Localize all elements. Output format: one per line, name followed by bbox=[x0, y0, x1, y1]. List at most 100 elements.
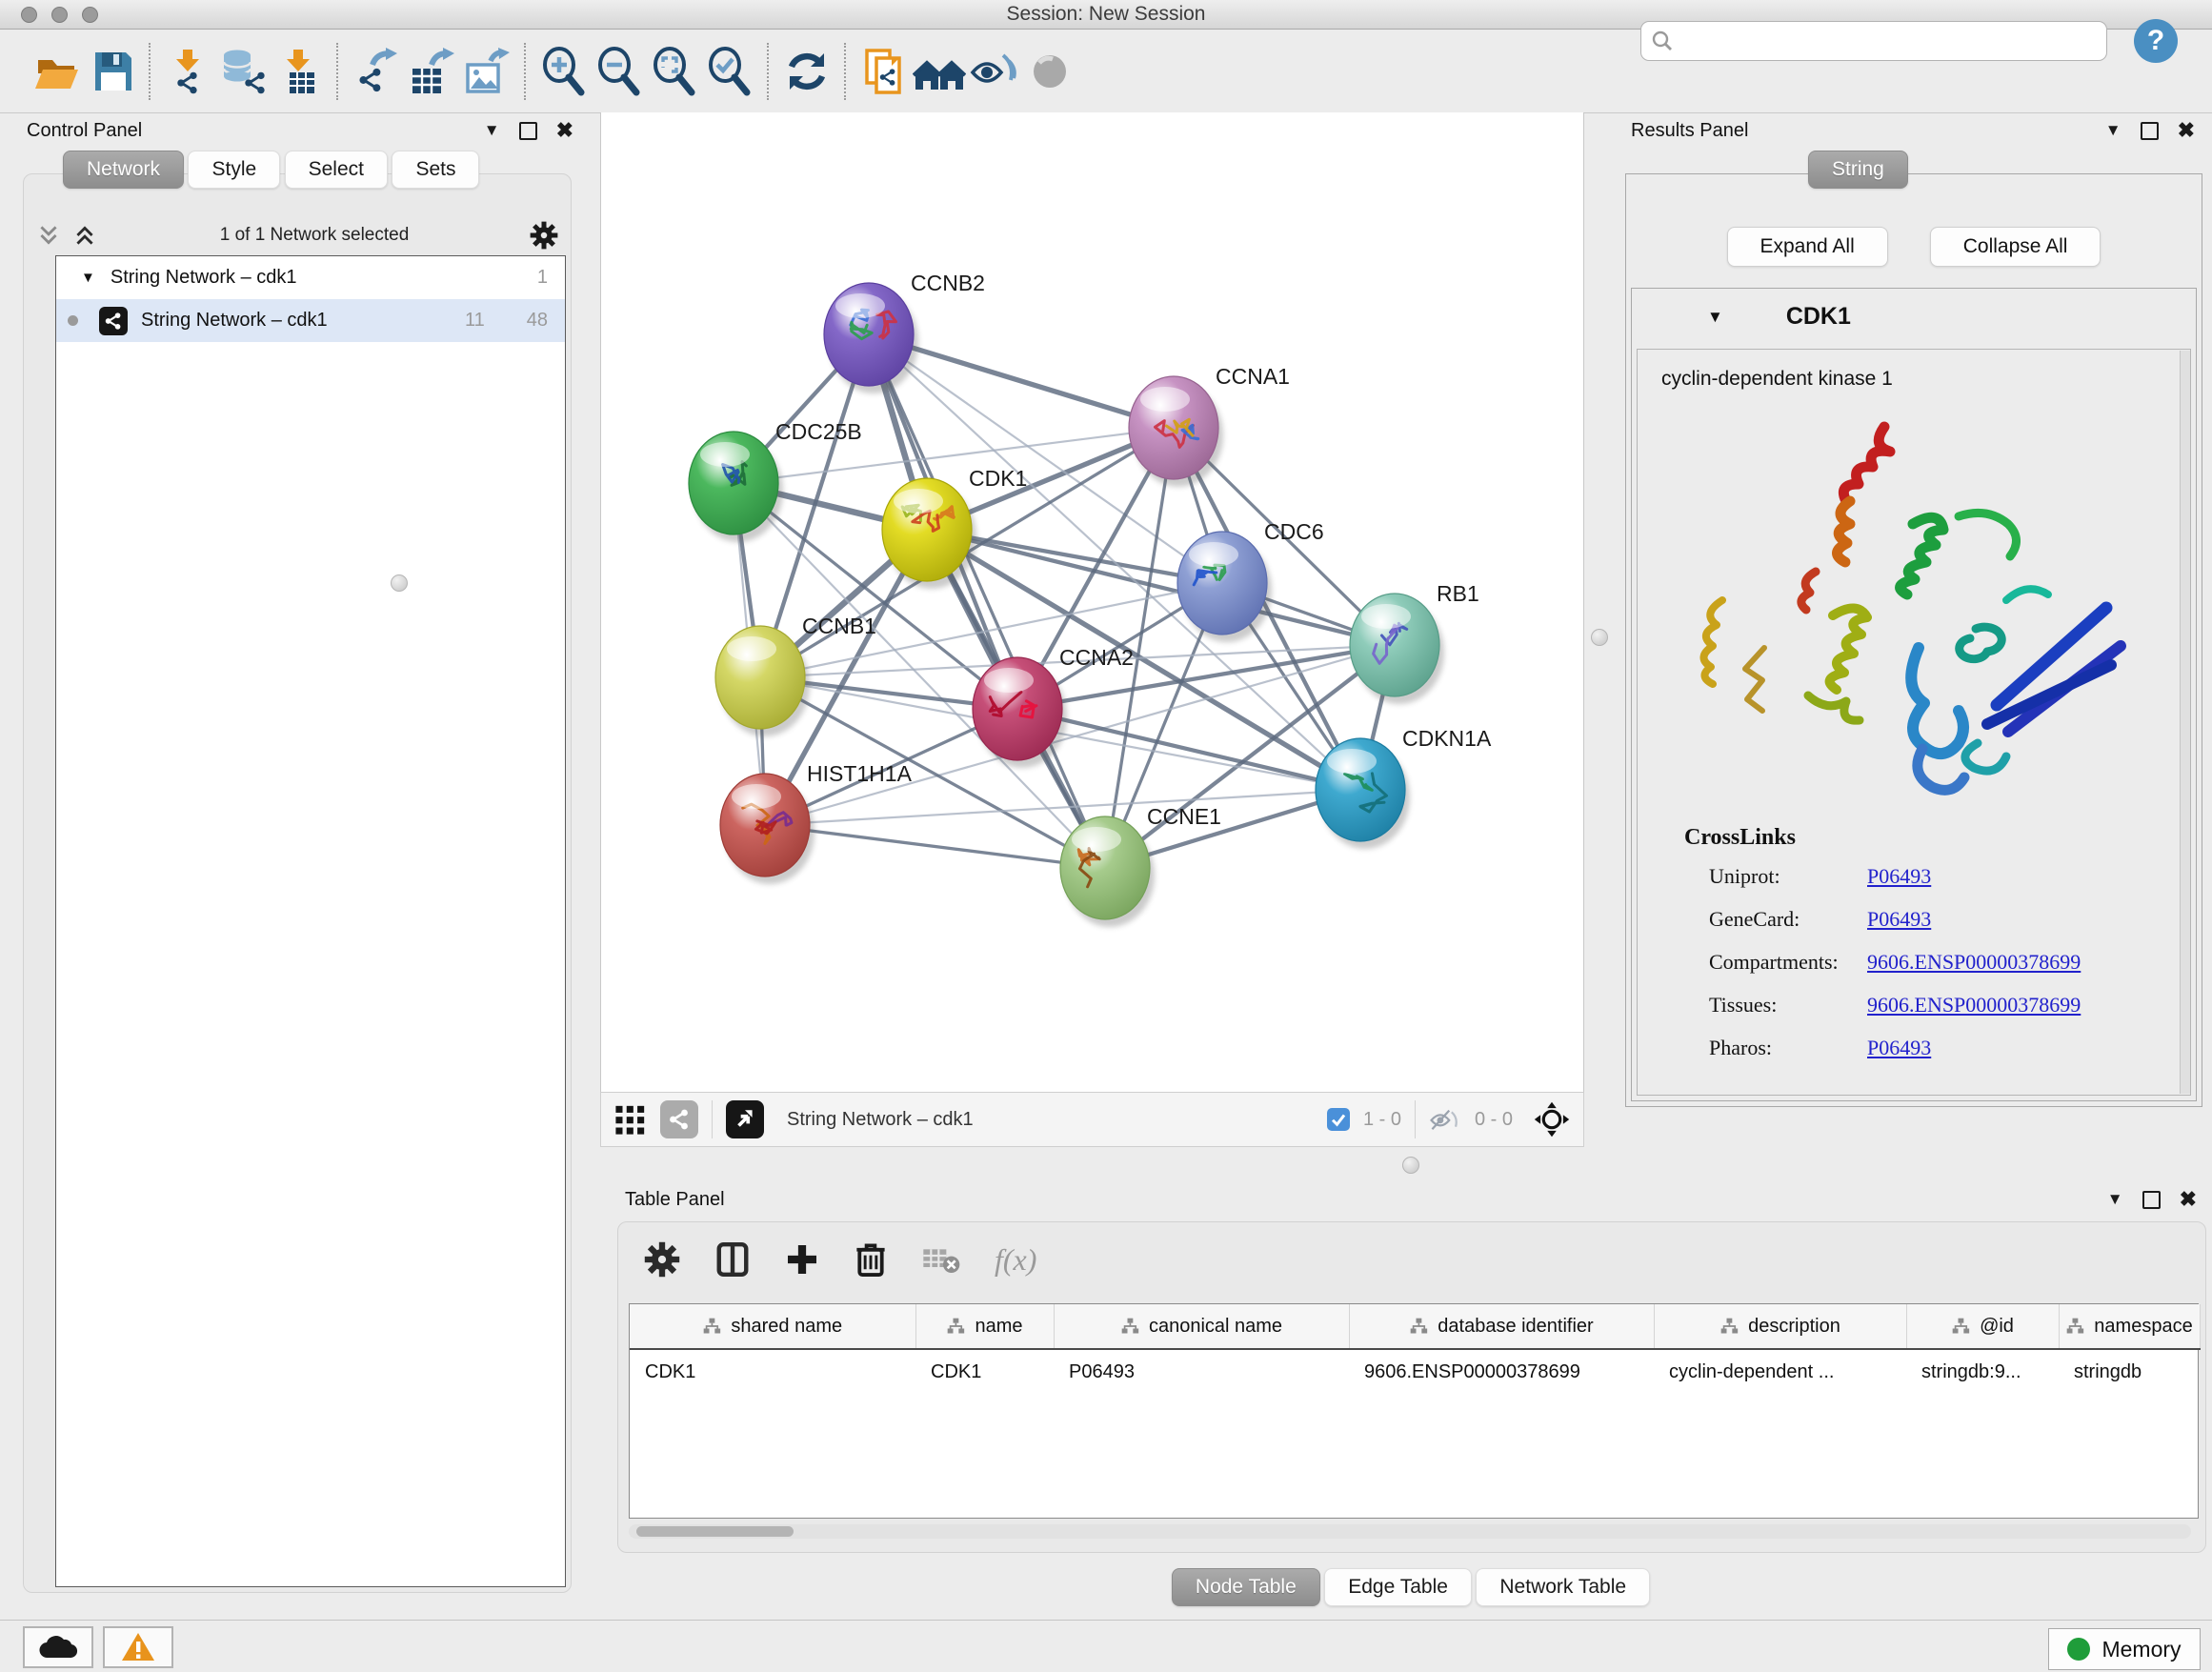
network-row[interactable]: String Network – cdk1 11 48 bbox=[56, 299, 565, 342]
crosslink-link[interactable]: P06493 bbox=[1867, 1036, 1931, 1060]
table-cell[interactable]: P06493 bbox=[1054, 1349, 1349, 1394]
cloud-status-button[interactable] bbox=[23, 1626, 93, 1668]
selected-checkbox-icon[interactable] bbox=[1327, 1108, 1350, 1131]
show-all-views-button[interactable] bbox=[912, 46, 967, 97]
network-list: ▼ String Network – cdk1 1 String Network… bbox=[55, 255, 566, 1587]
zoom-in-button[interactable] bbox=[536, 46, 592, 97]
table-horizontal-scrollbar[interactable] bbox=[629, 1524, 2191, 1539]
table-panel-menu-icon[interactable]: ▼ bbox=[2107, 1190, 2123, 1209]
expand-all-button[interactable]: Expand All bbox=[1727, 227, 1888, 267]
tab-select[interactable]: Select bbox=[285, 151, 388, 189]
column-header[interactable]: canonical name bbox=[1054, 1304, 1349, 1349]
table-options-gear-icon[interactable] bbox=[644, 1241, 680, 1278]
node-label-CDKN1A: CDKN1A bbox=[1402, 726, 1492, 751]
collection-expander-icon[interactable]: ▼ bbox=[81, 270, 95, 286]
table-panel-float-icon[interactable] bbox=[2142, 1191, 2161, 1209]
search-field[interactable] bbox=[1640, 21, 2107, 61]
scrollbar-thumb[interactable] bbox=[636, 1526, 794, 1537]
center-view-icon[interactable] bbox=[1534, 1101, 1570, 1138]
hidden-counts: 0 - 0 bbox=[1475, 1109, 1513, 1131]
tab-network[interactable]: Network bbox=[63, 151, 184, 189]
hidden-eye-icon[interactable] bbox=[1429, 1105, 1461, 1134]
table-cell[interactable]: CDK1 bbox=[915, 1349, 1054, 1394]
network-collection-row[interactable]: ▼ String Network – cdk1 1 bbox=[56, 256, 565, 299]
delete-column-icon[interactable] bbox=[854, 1241, 888, 1278]
table-row[interactable]: CDK1 CDK1 P06493 9606.ENSP00000378699 cy… bbox=[630, 1349, 2200, 1394]
apply-layout-button[interactable] bbox=[779, 46, 835, 97]
edge-CCNB2-CCNE1[interactable] bbox=[869, 334, 1105, 868]
show-columns-icon[interactable] bbox=[714, 1241, 751, 1278]
collapse-all-button[interactable]: Collapse All bbox=[1930, 227, 2101, 267]
crosslink-row: Tissues: 9606.ENSP00000378699 bbox=[1684, 993, 2180, 1017]
control-panel-menu-icon[interactable]: ▼ bbox=[484, 121, 500, 140]
node-label-CDC25B: CDC25B bbox=[775, 419, 862, 444]
hide-selected-button[interactable] bbox=[967, 46, 1022, 97]
network-canvas[interactable]: CCNB2CCNA1CDC25BCDK1CDC6RB1CCNB1CCNA2CDK… bbox=[600, 112, 1584, 1092]
splitter-handle[interactable] bbox=[1591, 629, 1608, 646]
help-button[interactable]: ? bbox=[2134, 19, 2178, 63]
import-table-button[interactable] bbox=[271, 46, 327, 97]
section-expander-icon[interactable]: ▼ bbox=[1707, 308, 1723, 327]
add-column-icon[interactable] bbox=[785, 1242, 819, 1277]
tab-node-table[interactable]: Node Table bbox=[1172, 1568, 1320, 1606]
import-network-database-button[interactable] bbox=[216, 46, 271, 97]
results-panel-menu-icon[interactable]: ▼ bbox=[2105, 121, 2122, 140]
zoom-fit-button[interactable] bbox=[647, 46, 702, 97]
function-builder-icon[interactable]: f(x) bbox=[995, 1242, 1036, 1278]
control-panel-close-icon[interactable]: ✖ bbox=[556, 118, 573, 143]
column-header[interactable]: database identifier bbox=[1349, 1304, 1654, 1349]
zoom-in-icon bbox=[545, 49, 581, 92]
results-panel-close-icon[interactable]: ✖ bbox=[2178, 118, 2195, 143]
tab-style[interactable]: Style bbox=[188, 151, 280, 189]
tab-sets[interactable]: Sets bbox=[392, 151, 479, 189]
table-cell[interactable]: stringdb:9... bbox=[1906, 1349, 2059, 1394]
zoom-selected-button[interactable] bbox=[702, 46, 757, 97]
tab-network-table[interactable]: Network Table bbox=[1476, 1568, 1650, 1606]
control-panel-float-icon[interactable] bbox=[519, 122, 537, 140]
save-session-button[interactable] bbox=[84, 46, 139, 97]
delete-table-icon[interactable] bbox=[922, 1244, 960, 1275]
first-neighbors-button[interactable] bbox=[856, 46, 912, 97]
open-session-button[interactable] bbox=[29, 46, 84, 97]
edge-CCNA2-CDKN1A[interactable] bbox=[1017, 709, 1360, 790]
memory-label: Memory bbox=[2101, 1637, 2181, 1662]
crosslink-link[interactable]: 9606.ENSP00000378699 bbox=[1867, 993, 2081, 1017]
table-cell[interactable]: 9606.ENSP00000378699 bbox=[1349, 1349, 1654, 1394]
results-scrollbar[interactable] bbox=[2180, 351, 2190, 1094]
collapse-all-icon[interactable] bbox=[34, 223, 63, 248]
splitter-handle[interactable] bbox=[391, 574, 408, 592]
network-view-share-icon[interactable] bbox=[660, 1100, 698, 1138]
memory-button[interactable]: Memory bbox=[2048, 1628, 2201, 1670]
zoom-out-button[interactable] bbox=[592, 46, 647, 97]
crosslink-link[interactable]: P06493 bbox=[1867, 864, 1931, 889]
network-options-gear-icon[interactable] bbox=[530, 221, 558, 250]
table-cell[interactable]: stringdb bbox=[2059, 1349, 2200, 1394]
column-header[interactable]: @id bbox=[1906, 1304, 2059, 1349]
crosslink-link[interactable]: 9606.ENSP00000378699 bbox=[1867, 950, 2081, 975]
show-hidden-button[interactable] bbox=[1022, 46, 1077, 97]
import-network-file-button[interactable] bbox=[161, 46, 216, 97]
tab-string[interactable]: String bbox=[1808, 151, 1908, 189]
image-icon bbox=[468, 65, 498, 91]
search-input[interactable] bbox=[1681, 30, 2097, 53]
table-panel-close-icon[interactable]: ✖ bbox=[2180, 1187, 2197, 1212]
column-header[interactable]: shared name bbox=[630, 1304, 915, 1349]
birds-eye-view-icon[interactable] bbox=[726, 1100, 764, 1138]
table-cell[interactable]: cyclin-dependent ... bbox=[1654, 1349, 1906, 1394]
expand-all-icon[interactable] bbox=[70, 223, 99, 248]
warnings-button[interactable] bbox=[103, 1626, 173, 1668]
grid-view-icon[interactable] bbox=[614, 1103, 647, 1136]
results-panel-float-icon[interactable] bbox=[2141, 122, 2159, 140]
tab-edge-table[interactable]: Edge Table bbox=[1324, 1568, 1472, 1606]
export-network-button[interactable] bbox=[349, 46, 404, 97]
column-header[interactable]: description bbox=[1654, 1304, 1906, 1349]
splitter-handle[interactable] bbox=[1402, 1157, 1419, 1174]
column-header[interactable]: namespace bbox=[2059, 1304, 2200, 1349]
column-header[interactable]: name bbox=[915, 1304, 1054, 1349]
export-table-button[interactable] bbox=[404, 46, 459, 97]
table-cell[interactable]: CDK1 bbox=[630, 1349, 915, 1394]
edge-CCNE1-HIST1H1A[interactable] bbox=[765, 825, 1105, 868]
export-image-button[interactable] bbox=[459, 46, 514, 97]
table-header-row: shared name name canonical name database… bbox=[630, 1304, 2200, 1349]
crosslink-link[interactable]: P06493 bbox=[1867, 907, 1931, 932]
